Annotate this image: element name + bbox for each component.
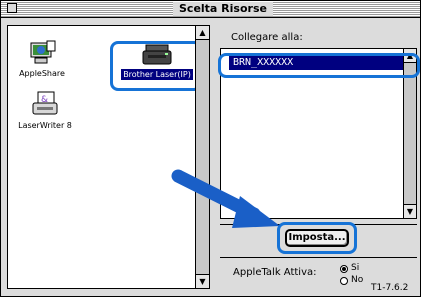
callout-arrow bbox=[171, 169, 280, 228]
arrow-icon bbox=[171, 169, 280, 228]
